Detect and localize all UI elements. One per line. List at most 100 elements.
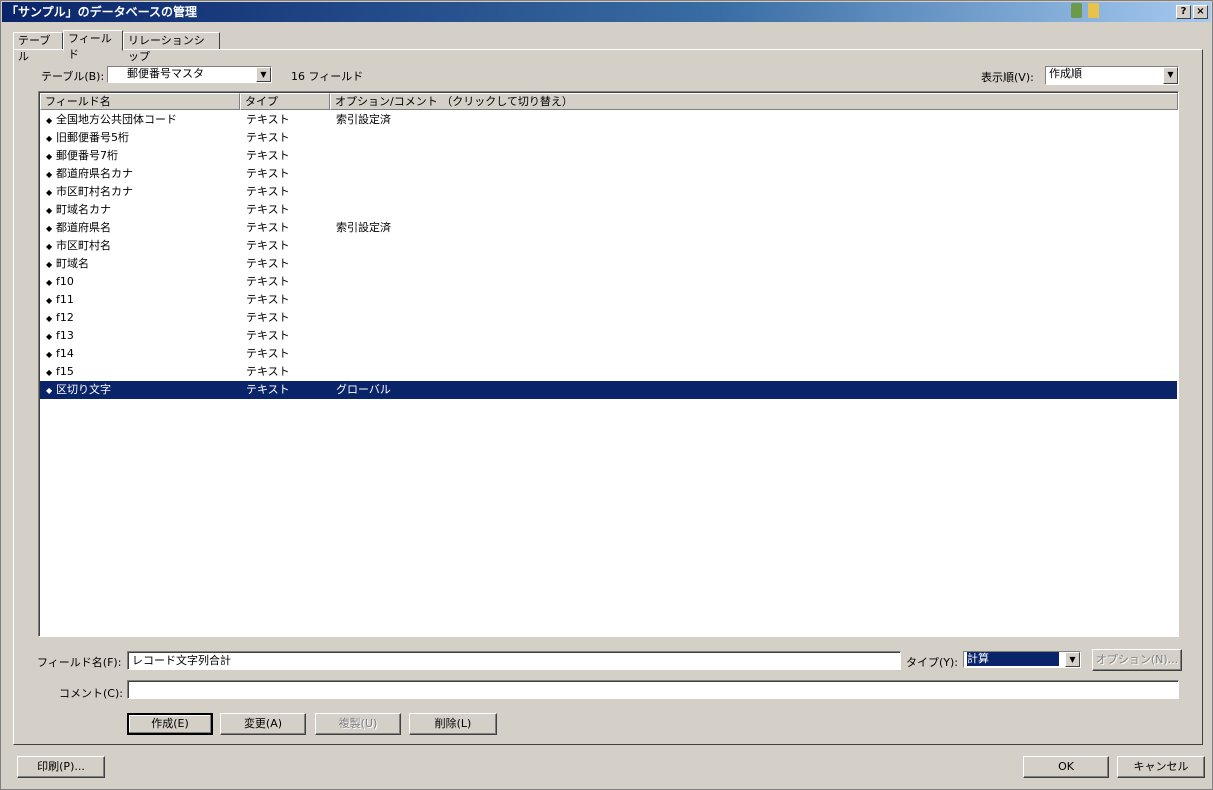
drag-handle-icon[interactable]: ◆ (46, 220, 56, 238)
field-type-cell: テキスト (246, 221, 290, 234)
table-select[interactable]: 郵便番号マスタ ▼ (107, 66, 272, 83)
field-name-cell: ◆ 町域名カナ (46, 201, 111, 220)
chevron-down-icon[interactable]: ▼ (1163, 67, 1178, 84)
cancel-button[interactable]: キャンセル (1117, 756, 1205, 778)
drag-handle-icon[interactable]: ◆ (46, 310, 56, 328)
field-type-cell: テキスト (246, 131, 290, 144)
field-row[interactable]: ◆ 町域名 テキスト (40, 255, 1177, 273)
field-name-input[interactable]: レコード文字列合計 (127, 651, 901, 670)
column-header-name[interactable]: フィールド名 (40, 93, 240, 110)
drag-handle-icon[interactable]: ◆ (46, 166, 56, 184)
column-header-type[interactable]: タイプ (240, 93, 330, 110)
field-row[interactable]: ◆ 郵便番号7桁 テキスト (40, 147, 1177, 165)
drag-handle-icon[interactable]: ◆ (46, 274, 56, 292)
field-row[interactable]: ◆ 都道府県名カナ テキスト (40, 165, 1177, 183)
sort-select-value: 作成順 (1049, 67, 1082, 80)
close-button[interactable]: × (1193, 5, 1208, 19)
title-bar: 「サンプル」のデータベースの管理 ? × (2, 2, 1211, 22)
field-row[interactable]: ◆ 町域名カナ テキスト (40, 201, 1177, 219)
delete-button[interactable]: 削除(L) (409, 713, 497, 735)
column-header-options[interactable]: オプション/コメント （クリックして切り替え） (330, 93, 1178, 110)
type-label: タイプ(Y): (906, 656, 959, 669)
type-select[interactable]: 計算 ▼ (963, 651, 1081, 668)
field-name-text: 旧郵便番号5桁 (56, 131, 129, 144)
field-option-cell: グローバル (336, 383, 391, 396)
sort-select[interactable]: 作成順 ▼ (1045, 66, 1179, 85)
field-type-cell: テキスト (246, 113, 290, 126)
field-option-cell: 索引設定済 (336, 221, 391, 234)
field-type-cell: テキスト (246, 257, 290, 270)
field-option-cell: 索引設定済 (336, 113, 391, 126)
field-type-cell: テキスト (246, 275, 290, 288)
field-row[interactable]: ◆ 都道府県名 テキスト 索引設定済 (40, 219, 1177, 237)
comment-label: コメント(C): (59, 687, 123, 700)
field-name-text: 区切り文字 (56, 383, 111, 396)
drag-handle-icon[interactable]: ◆ (46, 364, 56, 382)
field-count: 16 フィールド (291, 70, 364, 83)
field-row[interactable]: ◆ 区切り文字 テキスト グローバル (40, 381, 1177, 399)
comment-input[interactable] (127, 680, 1179, 699)
type-select-value: 計算 (967, 652, 1059, 666)
field-name-text: 町域名カナ (56, 203, 111, 216)
field-type-cell: テキスト (246, 365, 290, 378)
field-name-cell: ◆ 区切り文字 (46, 381, 111, 400)
field-row[interactable]: ◆ 市区町村名 テキスト (40, 237, 1177, 255)
drag-handle-icon[interactable]: ◆ (46, 382, 56, 400)
app-icon (1070, 3, 1082, 18)
field-name-text: f12 (56, 311, 74, 324)
field-name-text: 全国地方公共団体コード (56, 113, 177, 126)
drag-handle-icon[interactable]: ◆ (46, 328, 56, 346)
tab-relationships[interactable]: リレーションシップ (123, 32, 220, 63)
drag-handle-icon[interactable]: ◆ (46, 148, 56, 166)
drag-handle-icon[interactable]: ◆ (46, 130, 56, 148)
field-name-cell: ◆ 全国地方公共団体コード (46, 111, 177, 130)
drag-handle-icon[interactable]: ◆ (46, 256, 56, 274)
change-button[interactable]: 変更(A) (220, 713, 306, 735)
drag-handle-icon[interactable]: ◆ (46, 184, 56, 202)
field-row[interactable]: ◆ f11 テキスト (40, 291, 1177, 309)
field-row[interactable]: ◆ f14 テキスト (40, 345, 1177, 363)
field-name-cell: ◆ f10 (46, 273, 74, 292)
fields-list[interactable]: フィールド名 タイプ オプション/コメント （クリックして切り替え） ◆ 全国地方… (38, 91, 1179, 637)
field-name-cell: ◆ 町域名 (46, 255, 89, 274)
field-name-cell: ◆ 市区町村名カナ (46, 183, 133, 202)
ok-button[interactable]: OK (1023, 756, 1109, 778)
field-name-text: 町域名 (56, 257, 89, 270)
field-type-cell: テキスト (246, 347, 290, 360)
help-button[interactable]: ? (1176, 5, 1191, 19)
field-name-cell: ◆ 旧郵便番号5桁 (46, 129, 129, 148)
duplicate-button[interactable]: 複製(U) (315, 713, 401, 735)
tab-tables[interactable]: テーブル (13, 32, 63, 63)
drag-handle-icon[interactable]: ◆ (46, 202, 56, 220)
field-type-cell: テキスト (246, 293, 290, 306)
table-label: テーブル(B): (41, 70, 105, 83)
field-type-cell: テキスト (246, 383, 290, 396)
field-row[interactable]: ◆ f12 テキスト (40, 309, 1177, 327)
field-row[interactable]: ◆ 市区町村名カナ テキスト (40, 183, 1177, 201)
chevron-down-icon[interactable]: ▼ (256, 67, 271, 82)
drag-handle-icon[interactable]: ◆ (46, 112, 56, 130)
create-button[interactable]: 作成(E) (127, 713, 213, 735)
field-name-cell: ◆ 市区町村名 (46, 237, 111, 256)
print-button[interactable]: 印刷(P)... (17, 756, 105, 778)
field-name-cell: ◆ f14 (46, 345, 74, 364)
field-name-text: 都道府県名カナ (56, 167, 133, 180)
field-row[interactable]: ◆ 全国地方公共団体コード テキスト 索引設定済 (40, 111, 1177, 129)
field-row[interactable]: ◆ f10 テキスト (40, 273, 1177, 291)
field-name-text: f11 (56, 293, 74, 306)
field-row[interactable]: ◆ f13 テキスト (40, 327, 1177, 345)
field-name-cell: ◆ f13 (46, 327, 74, 346)
drag-handle-icon[interactable]: ◆ (46, 238, 56, 256)
field-row[interactable]: ◆ f15 テキスト (40, 363, 1177, 381)
field-name-cell: ◆ f11 (46, 291, 74, 310)
field-name-cell: ◆ f15 (46, 363, 74, 382)
options-button[interactable]: オプション(N)... (1092, 649, 1182, 671)
tab-fields[interactable]: フィールド (63, 30, 123, 61)
field-name-text: 都道府県名 (56, 221, 111, 234)
chevron-down-icon[interactable]: ▼ (1065, 652, 1080, 667)
field-name-cell: ◆ 都道府県名 (46, 219, 111, 238)
drag-handle-icon[interactable]: ◆ (46, 346, 56, 364)
field-name-text: f15 (56, 365, 74, 378)
drag-handle-icon[interactable]: ◆ (46, 292, 56, 310)
field-row[interactable]: ◆ 旧郵便番号5桁 テキスト (40, 129, 1177, 147)
